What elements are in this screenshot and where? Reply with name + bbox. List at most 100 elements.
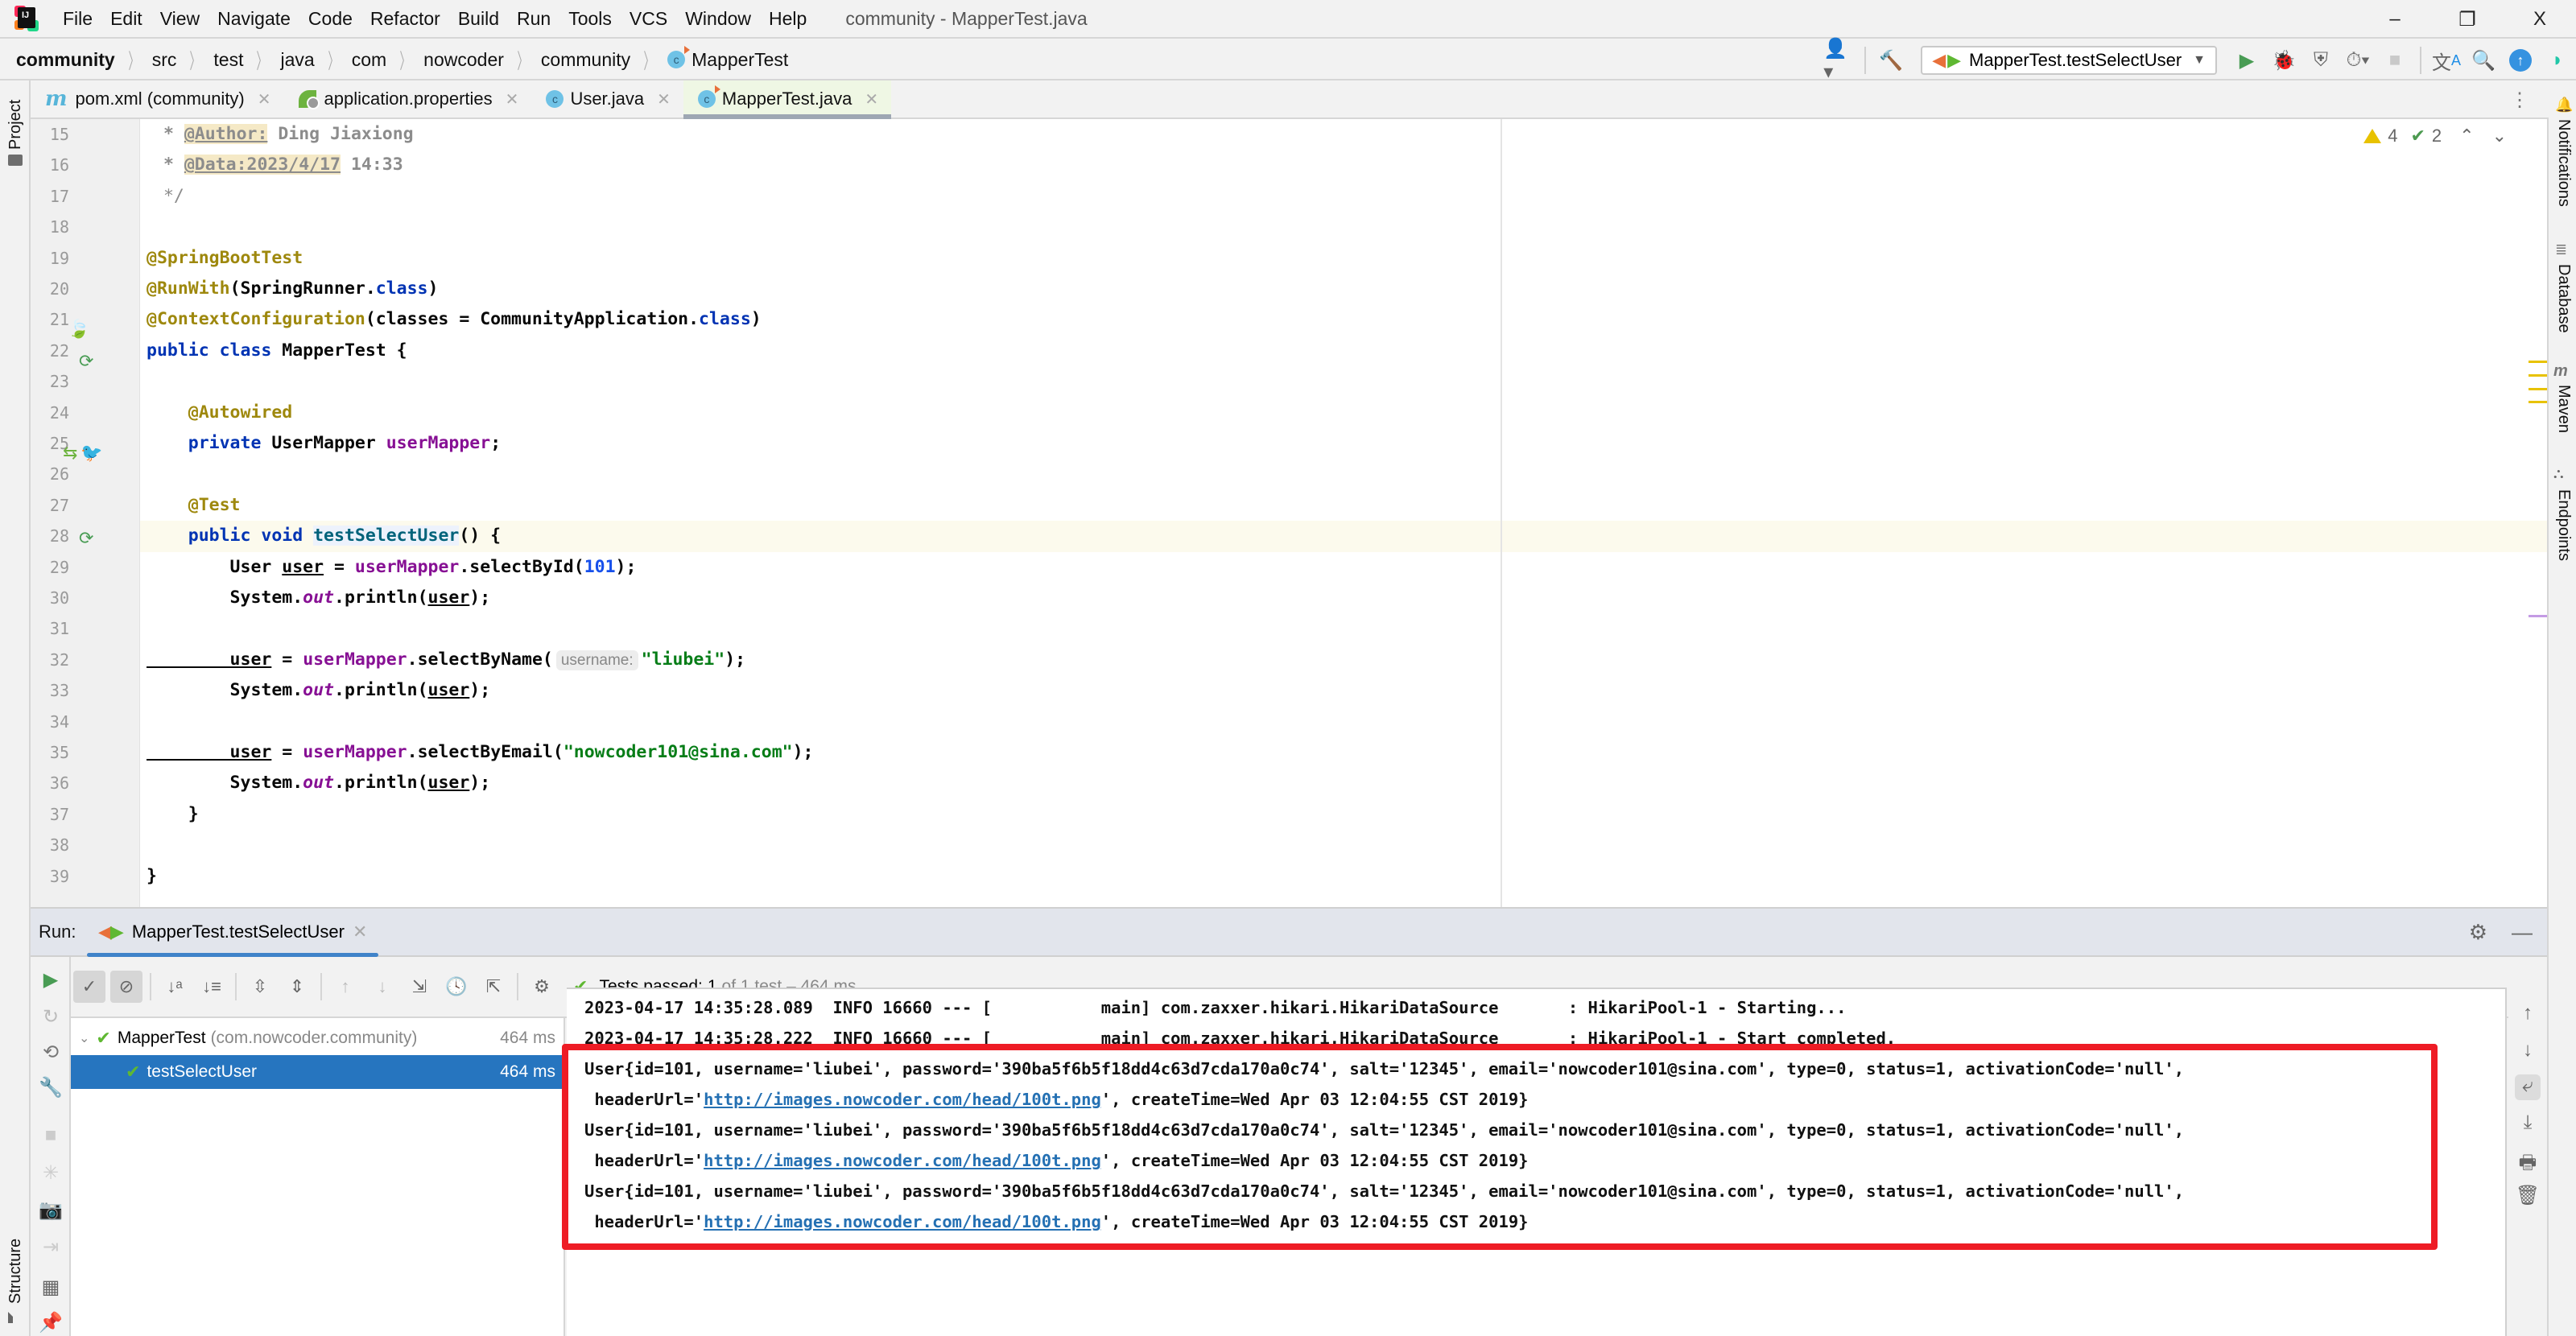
user-account-icon[interactable]: 👤▾ bbox=[1823, 38, 1856, 83]
rerun-failed-icon[interactable]: ↻ bbox=[39, 1005, 63, 1029]
clear-all-icon[interactable]: 🗑 bbox=[2515, 1184, 2541, 1210]
menu-navigate[interactable]: Navigate bbox=[217, 8, 291, 30]
toggle-auto-test-icon[interactable]: ⟲ bbox=[39, 1041, 63, 1065]
restore-button[interactable]: ❐ bbox=[2431, 0, 2504, 39]
output-line: headerUrl='http://images.nowcoder.com/he… bbox=[584, 1212, 1529, 1231]
menu-code[interactable]: Code bbox=[308, 8, 353, 30]
tree-row-mappertest[interactable]: ⌄ ✔ MapperTest (com.nowcoder.community) … bbox=[71, 1021, 564, 1055]
import-tests-icon[interactable]: ⇲ bbox=[403, 971, 436, 1003]
scroll-up-icon[interactable]: ↑ bbox=[2515, 1002, 2541, 1028]
minimize-button[interactable]: – bbox=[2359, 0, 2431, 39]
breadcrumb-item[interactable]: community bbox=[541, 49, 630, 71]
menu-view[interactable]: View bbox=[160, 8, 200, 30]
debug-icon[interactable]: 🐞 bbox=[2268, 44, 2300, 76]
search-icon[interactable]: 🔍 bbox=[2467, 44, 2500, 76]
inspection-widget[interactable]: 4 ✔ 2 ⌃ ⌄ bbox=[2363, 126, 2507, 146]
show-passed-toggle[interactable]: ✓ bbox=[73, 971, 105, 1003]
previous-highlight-icon[interactable]: ⌃ bbox=[2459, 126, 2474, 146]
menu-vcs[interactable]: VCS bbox=[630, 8, 667, 30]
scroll-down-icon[interactable]: ↓ bbox=[2515, 1039, 2541, 1065]
project-tool-button[interactable]: Project bbox=[6, 100, 25, 150]
line-number: 31 bbox=[49, 619, 69, 639]
menu-window[interactable]: Window bbox=[685, 8, 751, 30]
sort-by-duration-icon[interactable]: ↓≡ bbox=[196, 971, 228, 1003]
header-url-link[interactable]: http://images.nowcoder.com/head/100t.png bbox=[704, 1212, 1101, 1231]
breadcrumb-item[interactable]: nowcoder bbox=[423, 49, 504, 71]
menu-help[interactable]: Help bbox=[769, 8, 807, 30]
intellij-logo-icon[interactable]: IJ bbox=[14, 6, 39, 31]
menu-build[interactable]: Build bbox=[458, 8, 499, 30]
settings-gear-icon[interactable]: ⚙ bbox=[2469, 920, 2487, 945]
stop-icon[interactable]: ■ bbox=[2379, 44, 2411, 76]
test-settings-icon[interactable]: ⚙ bbox=[526, 971, 558, 1003]
console-output[interactable]: 2023-04-17 14:35:28.089 INFO 16660 --- [… bbox=[562, 988, 2507, 1336]
tab-pom-xml[interactable]: m pom.xml (community) ✕ bbox=[31, 80, 284, 118]
close-tab-icon[interactable]: ✕ bbox=[657, 89, 671, 109]
layout-icon[interactable]: ▦ bbox=[39, 1276, 63, 1300]
close-button[interactable]: X bbox=[2504, 0, 2576, 39]
menu-tools[interactable]: Tools bbox=[568, 8, 612, 30]
expand-all-icon[interactable]: ⇳ bbox=[244, 971, 276, 1003]
profile-icon[interactable]: ⏱▾ bbox=[2342, 44, 2374, 76]
line-number: 32 bbox=[49, 649, 69, 670]
run-test-gutter-icon[interactable]: ⟳ bbox=[79, 528, 93, 549]
next-highlight-icon[interactable]: ⌄ bbox=[2492, 126, 2507, 146]
collapse-all-icon[interactable]: ⇕ bbox=[281, 971, 313, 1003]
chevron-down-icon[interactable]: ⌄ bbox=[79, 1030, 89, 1046]
more-tabs-icon[interactable]: ⋮ bbox=[2510, 89, 2529, 112]
database-tool-button[interactable]: Database bbox=[2554, 264, 2573, 333]
maven-tool-button[interactable]: Maven bbox=[2554, 385, 2573, 433]
show-ignored-toggle[interactable]: ⊘ bbox=[110, 971, 142, 1003]
header-url-link[interactable]: http://images.nowcoder.com/head/100t.png bbox=[704, 1151, 1101, 1170]
sort-alphabetically-icon[interactable]: ↓ᵃ bbox=[159, 971, 191, 1003]
line-number: 33 bbox=[49, 681, 69, 701]
run-configuration-select[interactable]: ◀ ▶ MapperTest.testSelectUser ▼ bbox=[1921, 46, 2217, 75]
run-test-gutter-icon[interactable]: ⟳ bbox=[79, 351, 93, 372]
breadcrumb-item[interactable]: test bbox=[213, 49, 243, 71]
menu-refactor[interactable]: Refactor bbox=[370, 8, 440, 30]
breadcrumb-item[interactable]: community bbox=[16, 49, 115, 71]
scroll-to-end-icon[interactable]: ⤓ bbox=[2515, 1111, 2541, 1137]
run-with-coverage-icon[interactable]: ⛨ bbox=[2305, 44, 2337, 76]
camera-icon[interactable]: 📷 bbox=[39, 1198, 63, 1223]
run-icon[interactable]: ▶ bbox=[2231, 44, 2263, 76]
endpoints-tool-button[interactable]: Endpoints bbox=[2554, 489, 2573, 561]
soft-wrap-icon[interactable]: ⤶ bbox=[2515, 1074, 2541, 1100]
menu-run[interactable]: Run bbox=[517, 8, 551, 30]
export-tests-icon[interactable]: ⇱ bbox=[477, 971, 510, 1003]
wrench-icon[interactable]: 🔧 bbox=[39, 1076, 63, 1100]
breadcrumb-item[interactable]: com bbox=[352, 49, 386, 71]
pin-icon[interactable]: 📌 bbox=[39, 1311, 63, 1335]
tab-user-java[interactable]: c User.java ✕ bbox=[531, 80, 683, 118]
close-tab-icon[interactable]: ✕ bbox=[258, 89, 271, 109]
tab-mappertest-java[interactable]: c MapperTest.java ✕ bbox=[683, 80, 892, 119]
next-test-icon[interactable]: ↓ bbox=[366, 971, 398, 1003]
test-history-icon[interactable]: 🕓 bbox=[440, 971, 473, 1003]
menu-edit[interactable]: Edit bbox=[110, 8, 142, 30]
rerun-icon[interactable]: ▶ bbox=[39, 968, 63, 992]
print-icon[interactable]: 🖶 bbox=[2515, 1148, 2541, 1174]
tab-application-properties[interactable]: application.properties ✕ bbox=[284, 80, 532, 118]
translate-icon[interactable]: 文A bbox=[2430, 44, 2462, 76]
notifications-tool-button[interactable]: Notifications bbox=[2554, 119, 2573, 207]
breadcrumb-item-mappertest[interactable]: c MapperTest bbox=[667, 46, 788, 71]
stop-icon[interactable]: ■ bbox=[39, 1124, 63, 1148]
header-url-link[interactable]: http://images.nowcoder.com/head/100t.png bbox=[704, 1090, 1101, 1109]
exit-icon[interactable]: ⇥ bbox=[39, 1235, 63, 1260]
update-icon[interactable]: ↑ bbox=[2504, 44, 2537, 76]
run-tab[interactable]: ◀ ▶ MapperTest.testSelectUser ✕ bbox=[87, 909, 379, 957]
close-tab-icon[interactable]: ✕ bbox=[865, 89, 878, 109]
hide-panel-icon[interactable]: — bbox=[2512, 920, 2533, 945]
close-tab-icon[interactable]: ✕ bbox=[506, 89, 519, 109]
build-hammer-icon[interactable]: 🔨 bbox=[1875, 44, 1907, 76]
tree-row-testselectuser[interactable]: ✔ testSelectUser 464 ms bbox=[71, 1055, 564, 1089]
breadcrumb-item[interactable]: src bbox=[152, 49, 177, 71]
structure-tool-button[interactable]: Structure bbox=[6, 1239, 25, 1304]
code-editor[interactable]: 15 16 17 18 19 20 21 22 23 24 25 26 27 28 29 30 31 32 33 34… bbox=[31, 119, 2547, 907]
debug-icon[interactable]: ✳ bbox=[39, 1161, 63, 1185]
menu-file[interactable]: File bbox=[63, 8, 93, 30]
breadcrumb-item[interactable]: java bbox=[280, 49, 314, 71]
close-tab-icon[interactable]: ✕ bbox=[353, 922, 367, 942]
code-with-me-icon[interactable]: ◗ bbox=[2541, 44, 2574, 76]
previous-test-icon[interactable]: ↑ bbox=[329, 971, 361, 1003]
